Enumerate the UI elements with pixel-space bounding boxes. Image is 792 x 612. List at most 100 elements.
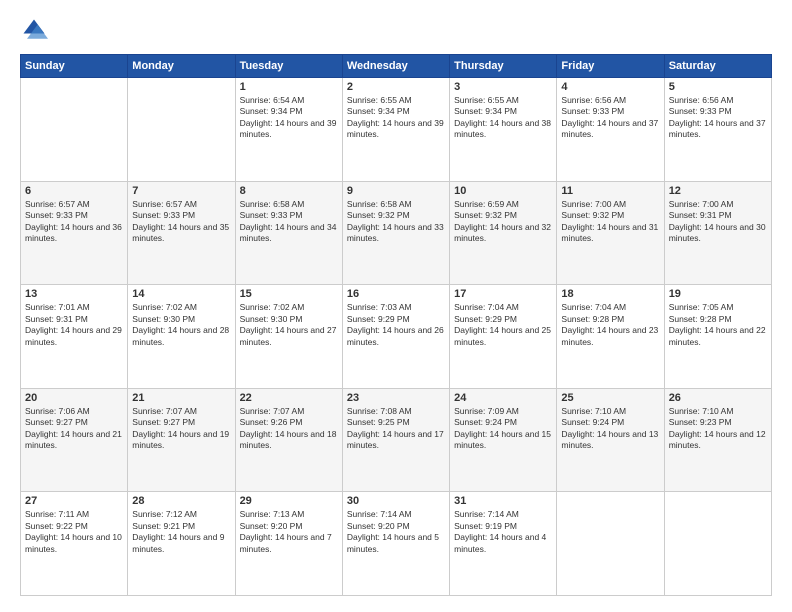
weekday-header-thursday: Thursday (450, 55, 557, 78)
calendar-cell: 15 Sunrise: 7:02 AM Sunset: 9:30 PM Dayli… (235, 285, 342, 389)
weekday-header-sunday: Sunday (21, 55, 128, 78)
day-number: 9 (347, 185, 445, 197)
weekday-header-row: SundayMondayTuesdayWednesdayThursdayFrid… (21, 55, 772, 78)
day-number: 7 (132, 185, 230, 197)
cell-info: Sunrise: 7:02 AM Sunset: 9:30 PM Dayligh… (240, 302, 338, 348)
calendar-cell: 18 Sunrise: 7:04 AM Sunset: 9:28 PM Dayli… (557, 285, 664, 389)
calendar-cell: 2 Sunrise: 6:55 AM Sunset: 9:34 PM Daylig… (342, 78, 449, 182)
cell-info: Sunrise: 6:58 AM Sunset: 9:32 PM Dayligh… (347, 199, 445, 245)
calendar-cell: 16 Sunrise: 7:03 AM Sunset: 9:29 PM Dayli… (342, 285, 449, 389)
cell-info: Sunrise: 7:06 AM Sunset: 9:27 PM Dayligh… (25, 406, 123, 452)
weekday-header-wednesday: Wednesday (342, 55, 449, 78)
calendar-cell: 7 Sunrise: 6:57 AM Sunset: 9:33 PM Daylig… (128, 181, 235, 285)
calendar-cell: 20 Sunrise: 7:06 AM Sunset: 9:27 PM Dayli… (21, 388, 128, 492)
weekday-header-saturday: Saturday (664, 55, 771, 78)
calendar-cell (557, 492, 664, 596)
weekday-header-friday: Friday (557, 55, 664, 78)
day-number: 3 (454, 81, 552, 93)
cell-info: Sunrise: 7:02 AM Sunset: 9:30 PM Dayligh… (132, 302, 230, 348)
calendar-week-3: 13 Sunrise: 7:01 AM Sunset: 9:31 PM Dayli… (21, 285, 772, 389)
cell-info: Sunrise: 7:05 AM Sunset: 9:28 PM Dayligh… (669, 302, 767, 348)
day-number: 20 (25, 392, 123, 404)
calendar-week-5: 27 Sunrise: 7:11 AM Sunset: 9:22 PM Dayli… (21, 492, 772, 596)
cell-info: Sunrise: 6:59 AM Sunset: 9:32 PM Dayligh… (454, 199, 552, 245)
day-number: 29 (240, 495, 338, 507)
calendar-cell: 14Sunrise: 7:02 AM Sunset: 9:30 PM Dayli… (128, 285, 235, 389)
cell-info: Sunrise: 7:10 AM Sunset: 9:23 PM Dayligh… (669, 406, 767, 452)
day-number: 1 (240, 81, 338, 93)
day-number: 8 (240, 185, 338, 197)
day-number: 12 (669, 185, 767, 197)
day-number: 30 (347, 495, 445, 507)
calendar-cell: 1 Sunrise: 6:54 AM Sunset: 9:34 PM Daylig… (235, 78, 342, 182)
calendar-week-1: 1 Sunrise: 6:54 AM Sunset: 9:34 PM Daylig… (21, 78, 772, 182)
day-number: 17 (454, 288, 552, 300)
day-number: 15 (240, 288, 338, 300)
day-number: 11 (561, 185, 659, 197)
calendar-cell: 5Sunrise: 6:56 AM Sunset: 9:33 PM Daylig… (664, 78, 771, 182)
cell-info: Sunrise: 6:54 AM Sunset: 9:34 PM Dayligh… (240, 95, 338, 141)
calendar-cell: 26Sunrise: 7:10 AM Sunset: 9:23 PM Dayli… (664, 388, 771, 492)
weekday-header-monday: Monday (128, 55, 235, 78)
day-number: 2 (347, 81, 445, 93)
calendar-cell (664, 492, 771, 596)
calendar-cell: 13 Sunrise: 7:01 AM Sunset: 9:31 PM Dayli… (21, 285, 128, 389)
cell-info: Sunrise: 6:55 AM Sunset: 9:34 PM Dayligh… (347, 95, 445, 141)
calendar-cell: 21 Sunrise: 7:07 AM Sunset: 9:27 PM Dayli… (128, 388, 235, 492)
day-number: 10 (454, 185, 552, 197)
weekday-header-tuesday: Tuesday (235, 55, 342, 78)
calendar-cell: 9 Sunrise: 6:58 AM Sunset: 9:32 PM Daylig… (342, 181, 449, 285)
calendar-cell: 29Sunrise: 7:13 AM Sunset: 9:20 PM Dayli… (235, 492, 342, 596)
cell-info: Sunrise: 7:10 AM Sunset: 9:24 PM Dayligh… (561, 406, 659, 452)
calendar-cell: 31 Sunrise: 7:14 AM Sunset: 9:19 PM Dayli… (450, 492, 557, 596)
calendar-cell (128, 78, 235, 182)
page: SundayMondayTuesdayWednesdayThursdayFrid… (0, 0, 792, 612)
calendar-cell: 10 Sunrise: 6:59 AM Sunset: 9:32 PM Dayli… (450, 181, 557, 285)
cell-info: Sunrise: 6:56 AM Sunset: 9:33 PM Dayligh… (561, 95, 659, 141)
calendar-cell: 24 Sunrise: 7:09 AM Sunset: 9:24 PM Dayli… (450, 388, 557, 492)
calendar-cell: 22 Sunrise: 7:07 AM Sunset: 9:26 PM Dayli… (235, 388, 342, 492)
day-number: 4 (561, 81, 659, 93)
cell-info: Sunrise: 7:08 AM Sunset: 9:25 PM Dayligh… (347, 406, 445, 452)
day-number: 18 (561, 288, 659, 300)
calendar-cell: 28 Sunrise: 7:12 AM Sunset: 9:21 PM Dayli… (128, 492, 235, 596)
cell-info: Sunrise: 7:12 AM Sunset: 9:21 PM Dayligh… (132, 509, 230, 555)
calendar-cell: 4 Sunrise: 6:56 AM Sunset: 9:33 PM Daylig… (557, 78, 664, 182)
calendar-week-4: 20 Sunrise: 7:06 AM Sunset: 9:27 PM Dayli… (21, 388, 772, 492)
calendar-cell: 19 Sunrise: 7:05 AM Sunset: 9:28 PM Dayli… (664, 285, 771, 389)
cell-info: Sunrise: 7:07 AM Sunset: 9:26 PM Dayligh… (240, 406, 338, 452)
cell-info: Sunrise: 6:55 AM Sunset: 9:34 PM Dayligh… (454, 95, 552, 141)
calendar-cell: 17 Sunrise: 7:04 AM Sunset: 9:29 PM Dayli… (450, 285, 557, 389)
cell-info: Sunrise: 7:03 AM Sunset: 9:29 PM Dayligh… (347, 302, 445, 348)
cell-info: Sunrise: 7:14 AM Sunset: 9:19 PM Dayligh… (454, 509, 552, 555)
logo (20, 16, 52, 44)
cell-info: Sunrise: 6:57 AM Sunset: 9:33 PM Dayligh… (132, 199, 230, 245)
day-number: 16 (347, 288, 445, 300)
calendar-cell: 25 Sunrise: 7:10 AM Sunset: 9:24 PM Dayli… (557, 388, 664, 492)
calendar-cell: 6Sunrise: 6:57 AM Sunset: 9:33 PM Daylig… (21, 181, 128, 285)
calendar-cell: 11Sunrise: 7:00 AM Sunset: 9:32 PM Dayli… (557, 181, 664, 285)
cell-info: Sunrise: 7:04 AM Sunset: 9:29 PM Dayligh… (454, 302, 552, 348)
logo-icon (20, 16, 48, 44)
cell-info: Sunrise: 7:14 AM Sunset: 9:20 PM Dayligh… (347, 509, 445, 555)
day-number: 22 (240, 392, 338, 404)
calendar-cell (21, 78, 128, 182)
day-number: 25 (561, 392, 659, 404)
cell-info: Sunrise: 7:11 AM Sunset: 9:22 PM Dayligh… (25, 509, 123, 555)
day-number: 28 (132, 495, 230, 507)
calendar-cell: 8Sunrise: 6:58 AM Sunset: 9:33 PM Daylig… (235, 181, 342, 285)
header (20, 16, 772, 44)
calendar-cell: 30 Sunrise: 7:14 AM Sunset: 9:20 PM Dayli… (342, 492, 449, 596)
day-number: 31 (454, 495, 552, 507)
day-number: 5 (669, 81, 767, 93)
day-number: 27 (25, 495, 123, 507)
cell-info: Sunrise: 7:04 AM Sunset: 9:28 PM Dayligh… (561, 302, 659, 348)
cell-info: Sunrise: 7:09 AM Sunset: 9:24 PM Dayligh… (454, 406, 552, 452)
day-number: 6 (25, 185, 123, 197)
cell-info: Sunrise: 7:01 AM Sunset: 9:31 PM Dayligh… (25, 302, 123, 348)
day-number: 24 (454, 392, 552, 404)
day-number: 21 (132, 392, 230, 404)
day-number: 13 (25, 288, 123, 300)
day-number: 19 (669, 288, 767, 300)
cell-info: Sunrise: 7:07 AM Sunset: 9:27 PM Dayligh… (132, 406, 230, 452)
